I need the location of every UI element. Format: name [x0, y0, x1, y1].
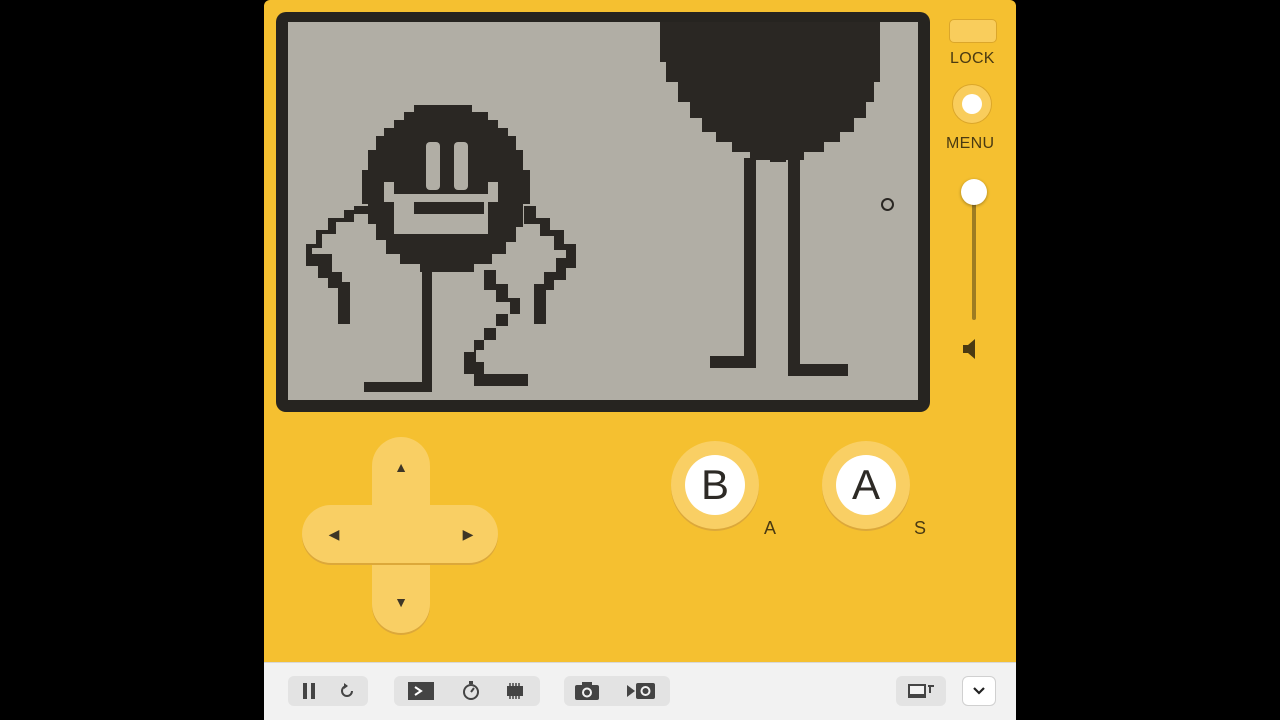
- record-video-icon: [627, 683, 655, 699]
- console-icon: [408, 682, 434, 700]
- restart-icon: [341, 683, 353, 697]
- b-button-label: B: [685, 455, 745, 515]
- lock-button[interactable]: [949, 19, 997, 43]
- a-button[interactable]: A: [822, 441, 910, 529]
- playback-group: [288, 676, 368, 706]
- display-group: [896, 676, 946, 706]
- memory-chip-icon: [507, 683, 523, 699]
- menu-button[interactable]: [952, 84, 992, 124]
- dpad-up-button[interactable]: ▲: [391, 459, 411, 475]
- memory-button[interactable]: [498, 676, 532, 706]
- debug-group: [394, 676, 540, 706]
- console-button[interactable]: [404, 676, 438, 706]
- speaker-icon: [963, 339, 975, 359]
- ball-character-left-arm: [306, 206, 376, 324]
- ball-character-right-eye: [454, 142, 468, 190]
- pause-icon: [303, 683, 315, 699]
- dpad-left-button[interactable]: ◀: [324, 526, 344, 543]
- stopwatch-button[interactable]: [454, 676, 488, 706]
- volume-slider-thumb[interactable]: [961, 179, 987, 205]
- ball-character-cheek-left: [384, 182, 394, 202]
- more-options-button[interactable]: [962, 676, 996, 706]
- a-button-label: A: [836, 455, 896, 515]
- ball-character-right-arm: [524, 206, 576, 324]
- lock-label: LOCK: [950, 50, 995, 67]
- ball-character-left-eye: [426, 142, 440, 190]
- b-button-key-hint: A: [764, 518, 777, 538]
- capture-group: [564, 676, 670, 706]
- camera-icon: [575, 682, 599, 700]
- volume-slider[interactable]: [972, 196, 976, 320]
- a-button-key-hint: S: [914, 518, 927, 538]
- record-video-button[interactable]: [624, 676, 658, 706]
- screen-bezel: [276, 12, 930, 412]
- dpad-down-button[interactable]: ▼: [391, 594, 411, 610]
- tall-character-left-leg: [744, 158, 756, 364]
- chevron-down-icon: [973, 687, 985, 695]
- screenshot-button[interactable]: [570, 676, 604, 706]
- ball-character-cheek-right: [488, 182, 498, 202]
- playdate-simulator-device: LOCK MENU ▲ ▼ ◀ ▶ B A A S: [264, 0, 1016, 662]
- display-layout-button[interactable]: [904, 676, 938, 706]
- simulator-toolbar: [264, 662, 1016, 720]
- dpad-center: [372, 505, 430, 563]
- game-screen[interactable]: [288, 22, 918, 400]
- more-group: [962, 676, 996, 706]
- pause-button[interactable]: [292, 676, 326, 706]
- tall-character-right-foot: [788, 364, 848, 376]
- stopwatch-icon: [463, 681, 479, 700]
- display-layout-icon: [908, 684, 934, 698]
- tall-character-right-leg: [788, 158, 800, 376]
- menu-label: MENU: [946, 135, 995, 152]
- crosshair-cursor-icon: [881, 198, 894, 211]
- game-scene: [306, 22, 880, 392]
- dpad-right-button[interactable]: ▶: [458, 526, 478, 543]
- tall-character-body: [660, 22, 880, 162]
- ball-character-left-leg: [364, 270, 432, 392]
- restart-button[interactable]: [330, 676, 364, 706]
- ball-character-right-leg: [464, 270, 528, 386]
- tall-character-left-foot: [710, 356, 756, 368]
- b-button[interactable]: B: [671, 441, 759, 529]
